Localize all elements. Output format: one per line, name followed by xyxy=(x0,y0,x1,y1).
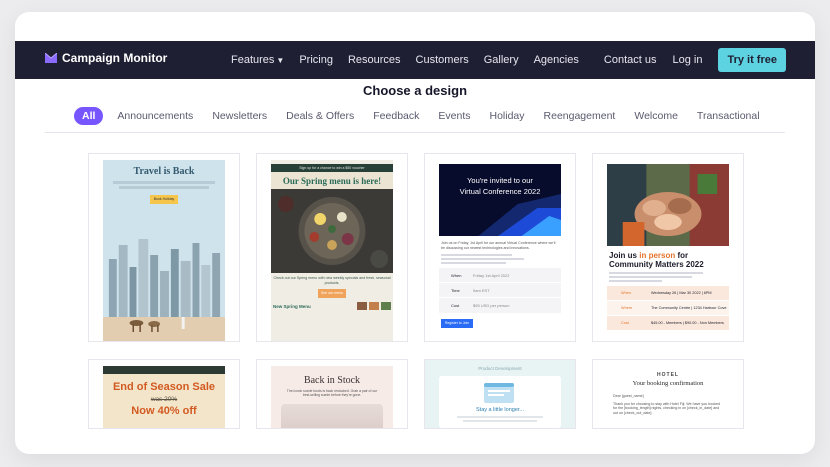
spring-menu-button: See our menu xyxy=(318,289,346,299)
food-platter-image xyxy=(271,189,393,273)
stock-text: The iconic suede boots is back restocked… xyxy=(286,389,378,398)
product-panel: Stay a little longer... xyxy=(439,376,561,428)
product-title: Stay a little longer... xyxy=(476,407,524,413)
hotel-brand: HOTEL xyxy=(657,372,679,378)
template-card-travel[interactable]: Travel is Back Book Holiday xyxy=(88,153,240,342)
community-title-part: Join us xyxy=(609,251,640,260)
conference-title-2: Virtual Conference 2022 xyxy=(459,187,541,196)
nav-agencies[interactable]: Agencies xyxy=(534,54,579,66)
conf-row-label: Time xyxy=(451,287,460,293)
login-link[interactable]: Log in xyxy=(672,54,702,66)
conf-row-value: $95 USD per person xyxy=(473,303,510,309)
conference-details: When Friday 1st April 2022 Time 9am EST Co… xyxy=(439,268,561,314)
team-hands-image xyxy=(607,164,729,246)
travel-book-button: Book Holiday xyxy=(150,195,178,204)
nav-features-label: Features xyxy=(231,54,275,66)
filter-holiday[interactable]: Holiday xyxy=(490,110,525,122)
community-row-value: The Community Centre | 1234 Harbour Cove xyxy=(651,306,727,311)
nav-resources[interactable]: Resources xyxy=(348,54,401,66)
spring-title: Our Spring menu is here! xyxy=(271,172,393,189)
community-title-accent: in person xyxy=(639,251,676,260)
sale-title: End of Season Sale xyxy=(112,381,216,393)
filter-events[interactable]: Events xyxy=(438,110,470,122)
brand-name: Campaign Monitor xyxy=(62,51,168,65)
sale-now: Now 40% off xyxy=(131,405,197,417)
spring-banner: Sign up for a chance to win a $50 vouche… xyxy=(271,164,393,172)
chevron-down-icon: ▼ xyxy=(276,56,285,65)
conference-register-button: Register to Join xyxy=(441,319,473,329)
spring-thumbs xyxy=(357,302,391,311)
product-header: Product Development xyxy=(478,366,522,371)
nav-links: Features ▼ Pricing Resources Customers Ga… xyxy=(231,41,579,79)
envelope-logo-icon xyxy=(45,53,57,63)
filter-divider xyxy=(45,132,785,133)
city-skyline-image xyxy=(103,231,225,341)
conf-row-value: 9am EST xyxy=(473,287,490,293)
template-card-spring-menu[interactable]: Sign up for a chance to win a $50 vouche… xyxy=(256,153,408,342)
hotel-greeting: Dear [guest_name] xyxy=(613,394,644,398)
window-illustration-icon xyxy=(484,383,514,403)
community-row-label: When xyxy=(621,291,631,296)
spring-footer-title: New Spring Menu xyxy=(273,303,311,309)
filter-all[interactable]: All xyxy=(74,107,104,125)
filter-announcements[interactable]: Announcements xyxy=(117,110,193,122)
sale-strike: was 20% xyxy=(150,396,178,403)
stock-title: Back in Stock xyxy=(303,375,361,386)
filter-reengagement[interactable]: Reengagement xyxy=(544,110,616,122)
nav-customers[interactable]: Customers xyxy=(416,54,469,66)
template-card-sale[interactable]: End of Season Sale was 20% Now 40% off xyxy=(88,359,240,429)
nav-gallery[interactable]: Gallery xyxy=(484,54,519,66)
template-card-back-in-stock[interactable]: Back in Stock The iconic suede boots is … xyxy=(256,359,408,429)
community-title: Join us in person for Community Matters … xyxy=(607,246,729,269)
try-free-button[interactable]: Try it free xyxy=(718,48,786,72)
community-row-value: $45.00 - Members | $90.00 - Non Members xyxy=(651,321,724,326)
filter-deals-offers[interactable]: Deals & Offers xyxy=(286,110,354,122)
template-card-hotel[interactable]: HOTEL Your booking confirmation Dear [gu… xyxy=(592,359,744,429)
conf-row-label: Cost xyxy=(451,303,460,309)
template-card-product[interactable]: Product Development Stay a little longer… xyxy=(424,359,576,429)
conf-row-label: When xyxy=(451,272,462,278)
filter-newsletters[interactable]: Newsletters xyxy=(212,110,267,122)
hotel-title: Your booking confirmation xyxy=(632,380,704,387)
community-row-label: Cost xyxy=(621,321,629,326)
conf-row-value: Friday 1st April 2022 xyxy=(473,272,510,278)
conference-intro: Join us on Friday, 1st April for our ann… xyxy=(441,241,556,250)
travel-title: Travel is Back xyxy=(133,166,195,177)
category-filters: All Announcements Newsletters Deals & Of… xyxy=(74,107,779,125)
nav-pricing[interactable]: Pricing xyxy=(299,54,333,66)
template-card-community[interactable]: Join us in person for Community Matters … xyxy=(592,153,744,342)
community-row-label: Where xyxy=(621,306,633,311)
page-title: Choose a design xyxy=(362,83,468,98)
hotel-body: Thank you for choosing to stay with Hote… xyxy=(613,401,721,416)
boots-image xyxy=(281,403,383,428)
nav-right: Contact us Log in Try it free xyxy=(604,41,786,79)
filter-transactional[interactable]: Transactional xyxy=(697,110,760,122)
browser-frame: Campaign Monitor Features ▼ Pricing Resou… xyxy=(15,12,815,454)
filter-feedback[interactable]: Feedback xyxy=(373,110,419,122)
community-details: When Wednesday 26 | Mar 30 2022 | 6PM Whe… xyxy=(607,286,729,331)
contact-link[interactable]: Contact us xyxy=(604,54,657,66)
template-card-conference[interactable]: You're invited to our Virtual Conference… xyxy=(424,153,576,342)
community-row-value: Wednesday 26 | Mar 30 2022 | 6PM xyxy=(651,291,712,296)
conference-title-1: You're invited to our xyxy=(467,176,533,185)
brand-logo[interactable]: Campaign Monitor xyxy=(45,51,167,65)
filter-welcome[interactable]: Welcome xyxy=(634,110,678,122)
nav-features[interactable]: Features ▼ xyxy=(231,54,284,66)
spring-text: Check out our Spring menu with new weekl… xyxy=(273,276,391,285)
conference-hero: You're invited to our Virtual Conference… xyxy=(439,164,561,236)
top-navigation: Campaign Monitor Features ▼ Pricing Resou… xyxy=(15,41,815,79)
